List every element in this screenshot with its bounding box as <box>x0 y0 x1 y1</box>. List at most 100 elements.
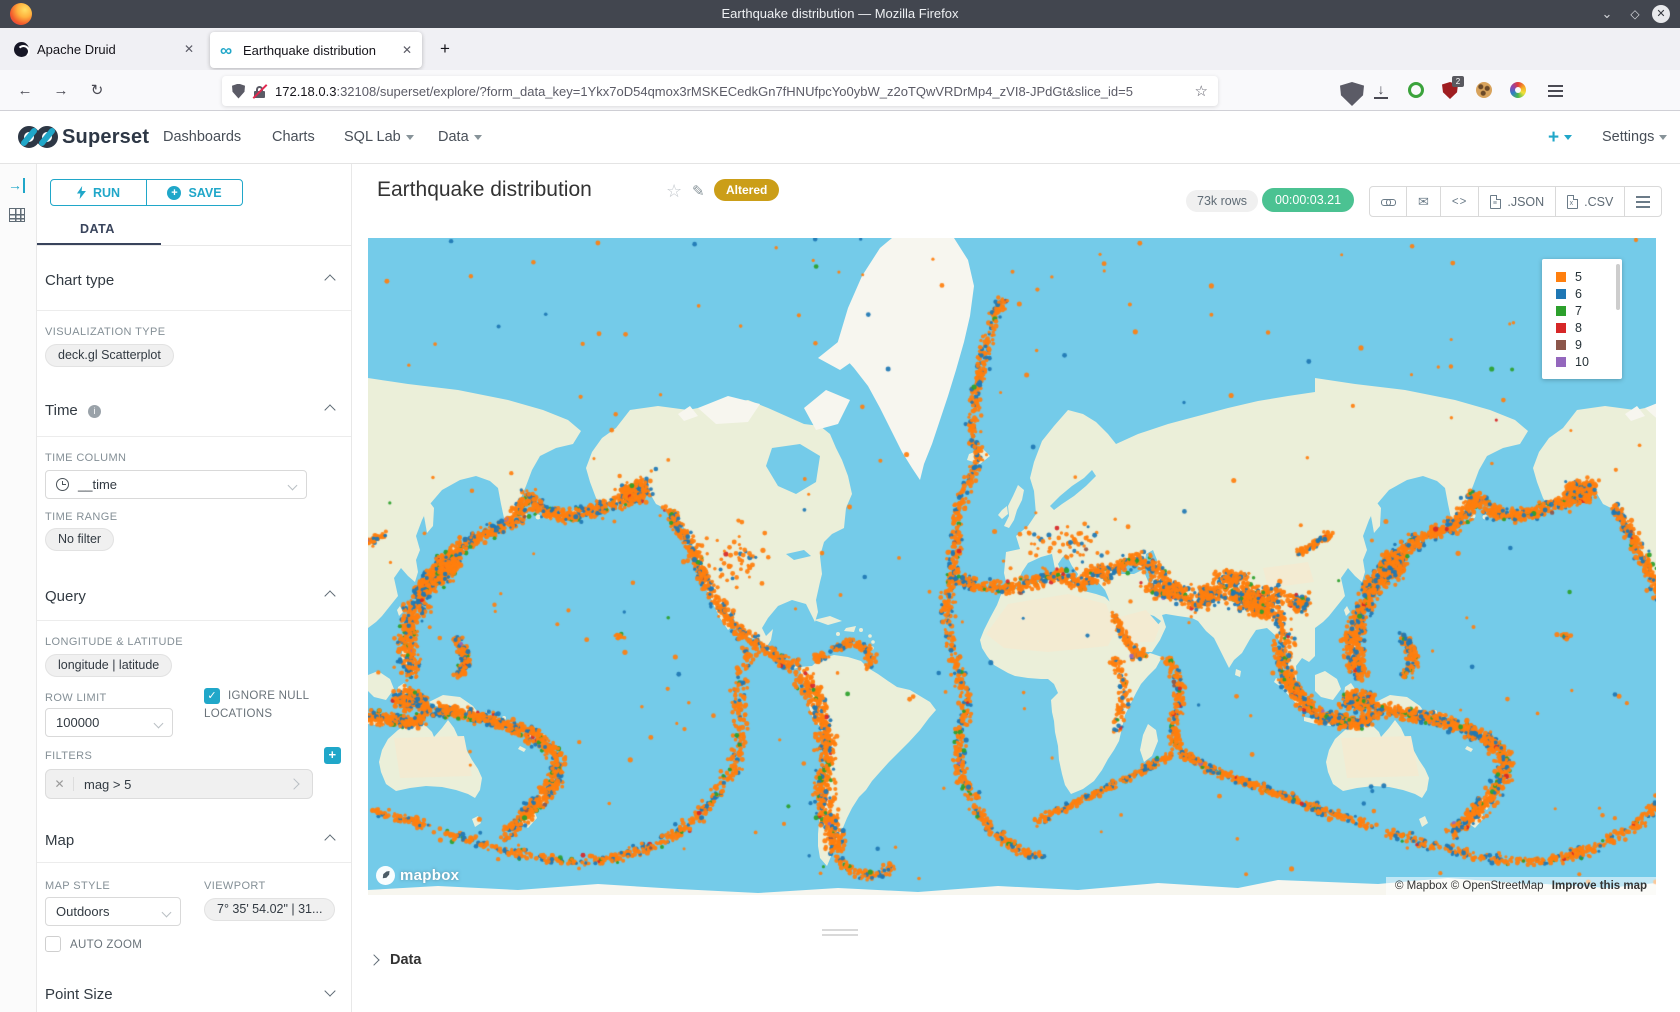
back-button[interactable]: ← <box>12 78 38 104</box>
improve-map-link[interactable]: Improve this map <box>1552 880 1647 892</box>
browser-menu-icon[interactable] <box>1548 90 1563 92</box>
envelope-icon: ✉ <box>1418 194 1429 210</box>
url-text: 172.18.0.3:32108/superset/explore/?form_… <box>275 84 1187 99</box>
time-column-select[interactable]: __time <box>45 470 307 499</box>
superset-logo[interactable] <box>16 121 60 154</box>
nav-data[interactable]: Data <box>438 129 482 145</box>
filters-label: FILTERS + <box>45 750 92 762</box>
chart-menu-button[interactable] <box>1625 187 1661 216</box>
lightning-icon <box>77 186 86 199</box>
section-map[interactable]: Map <box>45 832 344 849</box>
export-csv-button[interactable]: x .CSV <box>1556 187 1625 216</box>
auto-zoom-checkbox[interactable] <box>45 936 61 952</box>
chevron-right-icon <box>288 778 299 789</box>
nav-sql-lab[interactable]: SQL Lab <box>344 129 414 145</box>
info-icon: i <box>88 405 101 418</box>
deckgl-scatter-map[interactable]: 5 67 8 910 mapbox © Mapbox © OpenStreetMap … <box>368 238 1656 895</box>
window-maximize-button[interactable]: ◇ <box>1626 5 1644 23</box>
legend-item[interactable]: 7 <box>1556 302 1622 319</box>
chevron-right-icon <box>368 954 379 965</box>
chevron-up-icon <box>324 834 335 845</box>
bookmark-star-icon[interactable]: ☆ <box>1195 82 1208 100</box>
container-extension-icon[interactable] <box>1510 82 1526 98</box>
reload-button[interactable]: ↻ <box>84 78 110 104</box>
embed-code-button[interactable]: <> <box>1441 187 1479 216</box>
time-range-pill[interactable]: No filter <box>45 528 114 551</box>
save-button[interactable]: + SAVE <box>147 180 242 205</box>
brand-name[interactable]: Superset <box>62 126 149 149</box>
viewport-pill[interactable]: 7° 35' 54.02" | 31... <box>204 898 335 921</box>
add-new-button[interactable]: + <box>1548 127 1572 149</box>
download-icon[interactable]: ↓ <box>1374 82 1388 99</box>
remove-filter-icon[interactable]: ✕ <box>46 777 74 791</box>
legend-label: 8 <box>1575 321 1582 335</box>
tab-apache-druid[interactable]: Apache Druid ✕ <box>4 28 204 70</box>
copy-link-button[interactable] <box>1370 187 1407 216</box>
expand-datasource-icon[interactable]: → <box>8 178 25 193</box>
legend-swatch <box>1556 340 1566 350</box>
filter-expression: mag > 5 <box>74 777 290 792</box>
dataset-grid-icon[interactable] <box>9 208 25 222</box>
tracking-protection-shield-icon[interactable] <box>232 84 245 99</box>
permissions-shield-icon[interactable] <box>1340 82 1364 106</box>
window-minimize-button[interactable]: ⌄ <box>1598 5 1616 23</box>
settings-menu[interactable]: Settings <box>1602 129 1667 145</box>
tab-data[interactable]: DATA <box>80 222 115 236</box>
data-results-toggle[interactable]: Data <box>370 952 421 968</box>
insecure-lock-icon <box>253 84 267 99</box>
extension-green-icon[interactable] <box>1408 82 1424 98</box>
lonlat-pill[interactable]: longitude | latitude <box>45 654 172 677</box>
map-style-label: MAP STYLE <box>45 880 110 892</box>
chevron-down-icon <box>324 985 335 996</box>
nav-charts[interactable]: Charts <box>272 129 315 145</box>
tab-close-icon[interactable]: ✕ <box>402 43 412 57</box>
panel-drag-handle[interactable] <box>822 929 858 939</box>
section-query[interactable]: Query <box>45 588 344 605</box>
edit-properties-icon[interactable]: ✎ <box>692 182 705 200</box>
map-attribution: © Mapbox © OpenStreetMap Improve this ma… <box>1386 877 1656 895</box>
email-button[interactable]: ✉ <box>1407 187 1441 216</box>
legend-swatch <box>1556 306 1566 316</box>
url-toolbar: ← → ↻ 172.18.0.3:32108/superset/explore/… <box>0 70 1680 111</box>
add-filter-button[interactable]: + <box>324 747 341 764</box>
nav-dashboards[interactable]: Dashboards <box>163 129 241 145</box>
section-time[interactable]: Time i <box>45 402 344 419</box>
legend-scrollbar[interactable] <box>1616 264 1620 310</box>
ignore-null-checkbox[interactable]: ✓ <box>204 688 220 704</box>
new-tab-button[interactable]: + <box>432 36 458 62</box>
legend-label: 6 <box>1575 287 1582 301</box>
mapbox-logo[interactable]: mapbox <box>376 866 459 885</box>
row-limit-select[interactable]: 100000 <box>45 708 173 737</box>
run-button[interactable]: RUN <box>51 180 147 205</box>
control-panel: RUN + SAVE DATA Chart type VISUALIZATION… <box>37 164 352 1012</box>
code-icon: <> <box>1452 196 1467 208</box>
legend-item[interactable]: 10 <box>1556 353 1622 370</box>
tab-earthquake-distribution[interactable]: ∞ Earthquake distribution ✕ <box>210 32 422 68</box>
section-point-size[interactable]: Point Size <box>45 986 344 1003</box>
run-save-group: RUN + SAVE <box>50 179 243 206</box>
chevron-down-icon <box>406 135 414 140</box>
tab-close-icon[interactable]: ✕ <box>184 42 194 56</box>
circle-plus-icon: + <box>167 186 181 200</box>
url-bar[interactable]: 172.18.0.3:32108/superset/explore/?form_… <box>222 76 1218 106</box>
cookie-extension-icon[interactable] <box>1476 82 1492 98</box>
viewport-label: VIEWPORT <box>204 880 266 892</box>
chevron-up-icon <box>324 590 335 601</box>
druid-favicon <box>14 42 29 57</box>
legend-label: 9 <box>1575 338 1582 352</box>
legend-swatch <box>1556 323 1566 333</box>
chart-header: Earthquake distribution ☆ ✎ Altered 73k … <box>352 164 1680 222</box>
legend-item[interactable]: 6 <box>1556 285 1622 302</box>
filter-chip[interactable]: ✕ mag > 5 <box>45 769 313 799</box>
map-style-select[interactable]: Outdoors <box>45 897 181 926</box>
window-close-button[interactable]: ✕ <box>1652 5 1670 23</box>
forward-button[interactable]: → <box>48 78 74 104</box>
legend-item[interactable]: 9 <box>1556 336 1622 353</box>
export-json-button[interactable]: ≡ .JSON <box>1479 187 1556 216</box>
section-chart-type[interactable]: Chart type <box>45 272 344 289</box>
favorite-star-icon[interactable]: ☆ <box>666 181 682 202</box>
file-csv-icon: x <box>1567 195 1578 209</box>
legend-item[interactable]: 8 <box>1556 319 1622 336</box>
legend-item[interactable]: 5 <box>1556 268 1622 285</box>
viz-type-pill[interactable]: deck.gl Scatterplot <box>45 344 174 367</box>
